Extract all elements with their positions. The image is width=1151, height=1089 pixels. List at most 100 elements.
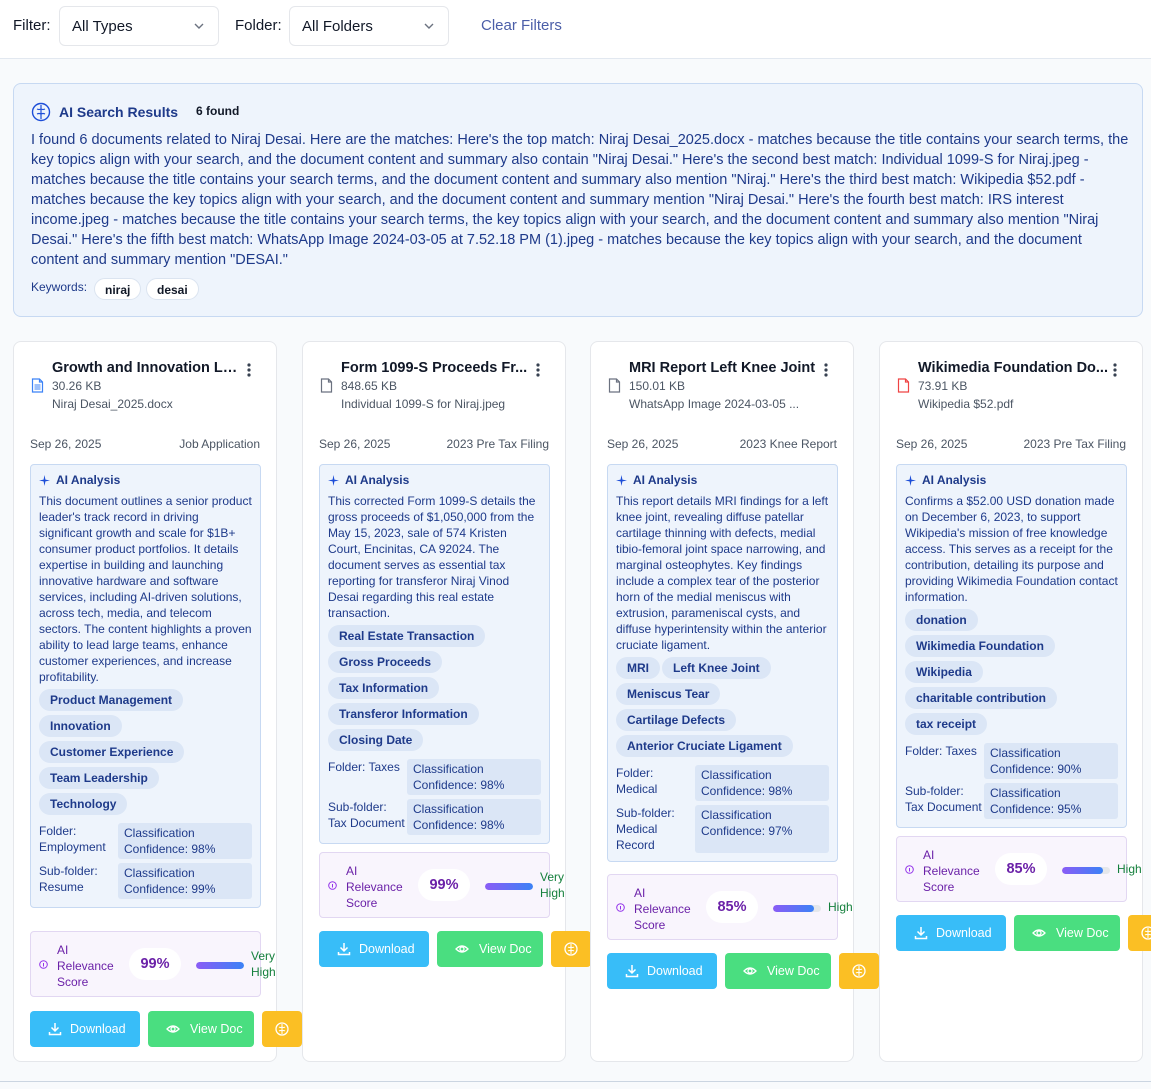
subfolder-confidence: Classification Confidence: 99% (118, 863, 252, 899)
more-options-icon[interactable] (1110, 362, 1120, 378)
keyword-chip[interactable]: niraj (94, 278, 142, 300)
topic-tag[interactable]: Team Leadership (39, 767, 159, 789)
document-title[interactable]: Form 1099-S Proceeds Fr... (341, 360, 531, 376)
pdf-icon (897, 378, 910, 393)
relevance-percent: 85% (995, 853, 1047, 885)
relevance-percent: 85% (706, 891, 758, 923)
tag-row: Cartilage Defects (616, 709, 829, 735)
document-card[interactable]: Wikimedia Foundation Do... 73.91 KB Wikipe… (879, 341, 1151, 1062)
download-button[interactable]: Download (896, 915, 1006, 951)
info-icon (39, 960, 48, 969)
tag-row: Tax Information (328, 677, 541, 703)
topic-tag[interactable]: Tax Information (328, 677, 440, 699)
topic-tag[interactable]: Wikimedia Foundation (905, 635, 1055, 657)
type-filter-value: All Types (72, 18, 133, 35)
relevance-percent: 99% (418, 869, 470, 901)
keywords-label: Keywords: (31, 280, 88, 294)
topic-tag[interactable]: Customer Experience (39, 741, 185, 763)
subfolder-name: Sub-folder: Resume (39, 864, 98, 894)
divider (0, 1081, 1151, 1082)
topic-tag[interactable]: Innovation (39, 715, 122, 737)
file-size: 73.91 KB (918, 379, 968, 393)
topic-tag[interactable]: donation (905, 609, 978, 631)
topic-tag[interactable]: Left Knee Joint (662, 657, 771, 679)
relevance-bar (196, 962, 244, 969)
document-title[interactable]: Wikimedia Foundation Do... (918, 360, 1108, 376)
tag-row: MRI Left Knee Joint (616, 657, 829, 683)
subfolder-name: Sub-folder: Tax Document (328, 800, 405, 830)
eye-icon (166, 1025, 180, 1033)
view-doc-button[interactable]: View Doc (1014, 915, 1120, 951)
ai-insights-button[interactable] (262, 1011, 302, 1047)
tag-row: Team Leadership (39, 767, 252, 793)
clear-filters-button[interactable]: Clear Filters (481, 17, 562, 34)
document-card[interactable]: Growth and Innovation Le... 30.26 KB Niraj… (13, 341, 302, 1062)
document-category: 2023 Knee Report (739, 437, 837, 451)
topic-tag[interactable]: tax receipt (905, 713, 988, 735)
ai-analysis-box: AI Analysis This report details MRI findi… (607, 464, 838, 862)
subfolder-classification: Sub-folder: Tax Document Classification C… (905, 783, 1118, 819)
topic-tag[interactable]: Wikipedia (905, 661, 983, 683)
info-icon (905, 865, 914, 874)
topic-tag[interactable]: Anterior Cruciate Ligament (616, 735, 793, 757)
type-filter-select[interactable]: All Types (59, 6, 219, 46)
topic-tag[interactable]: Cartilage Defects (616, 709, 737, 731)
document-card[interactable]: Form 1099-S Proceeds Fr... 848.65 KB Indiv… (302, 341, 591, 1062)
more-options-icon[interactable] (244, 362, 254, 378)
view-doc-button[interactable]: View Doc (725, 953, 831, 989)
more-options-icon[interactable] (533, 362, 543, 378)
brain-icon (852, 964, 866, 978)
filter-label: Filter: (13, 17, 51, 34)
relevance-bar (485, 883, 533, 890)
download-icon (914, 927, 928, 940)
tag-row: Wikimedia Foundation (905, 635, 1118, 661)
topic-tag[interactable]: charitable contribution (905, 687, 1058, 709)
relevance-percent: 99% (129, 948, 181, 980)
view-doc-button[interactable]: View Doc (148, 1011, 254, 1047)
document-date: Sep 26, 2025 (319, 437, 391, 451)
tag-row: Meniscus Tear (616, 683, 829, 709)
subfolder-confidence: Classification Confidence: 97% (695, 805, 829, 853)
tag-row: Product Management (39, 689, 252, 715)
more-options-icon[interactable] (821, 362, 831, 378)
topic-tag[interactable]: Real Estate Transaction (328, 625, 486, 647)
folder-confidence: Classification Confidence: 90% (984, 743, 1118, 779)
subfolder-confidence: Classification Confidence: 95% (984, 783, 1118, 819)
topic-tag[interactable]: Transferor Information (328, 703, 479, 725)
relevance-bar-fill (485, 883, 533, 890)
folder-filter-select[interactable]: All Folders (289, 6, 449, 46)
tag-row: Transferor Information (328, 703, 541, 729)
brain-icon (1141, 926, 1151, 940)
folder-name: Folder: Medical (616, 766, 658, 796)
download-button[interactable]: Download (30, 1011, 140, 1047)
topic-tag[interactable]: Meniscus Tear (616, 683, 721, 705)
view-doc-button[interactable]: View Doc (437, 931, 543, 967)
ai-analysis-header: AI Analysis (39, 473, 252, 487)
file-size: 848.65 KB (341, 379, 398, 393)
eye-icon (743, 967, 757, 975)
keyword-chip[interactable]: desai (146, 278, 199, 300)
relevance-bar-fill (196, 962, 244, 969)
ai-insights-button[interactable] (551, 931, 591, 967)
folder-classification: Folder: Medical Classification Confidence… (616, 765, 829, 801)
relevance-score-box: AI Relevance Score 99% Very High (319, 852, 565, 918)
topic-tag[interactable]: Closing Date (328, 729, 424, 751)
download-button[interactable]: Download (607, 953, 717, 989)
topic-tag[interactable]: Gross Proceeds (328, 651, 443, 673)
file-icon (320, 378, 333, 393)
ai-analysis-header: AI Analysis (616, 473, 829, 487)
topic-tag[interactable]: Technology (39, 793, 128, 815)
document-title[interactable]: MRI Report Left Knee Joint (629, 360, 819, 376)
topic-tag[interactable]: MRI (616, 657, 660, 679)
document-card[interactable]: MRI Report Left Knee Joint 150.01 KB Whats… (590, 341, 879, 1062)
relevance-label: AI Relevance Score (634, 886, 691, 932)
ai-insights-button[interactable] (839, 953, 879, 989)
download-button[interactable]: Download (319, 931, 429, 967)
ai-results-count: 6 found (196, 104, 240, 118)
topic-tag[interactable]: Product Management (39, 689, 184, 711)
file-name: Wikipedia $52.pdf (918, 397, 1014, 411)
document-title[interactable]: Growth and Innovation Le... (52, 360, 242, 376)
relevance-score-box: AI Relevance Score 85% High (607, 874, 853, 940)
ai-insights-button[interactable] (1128, 915, 1151, 951)
tag-row: Innovation (39, 715, 252, 741)
